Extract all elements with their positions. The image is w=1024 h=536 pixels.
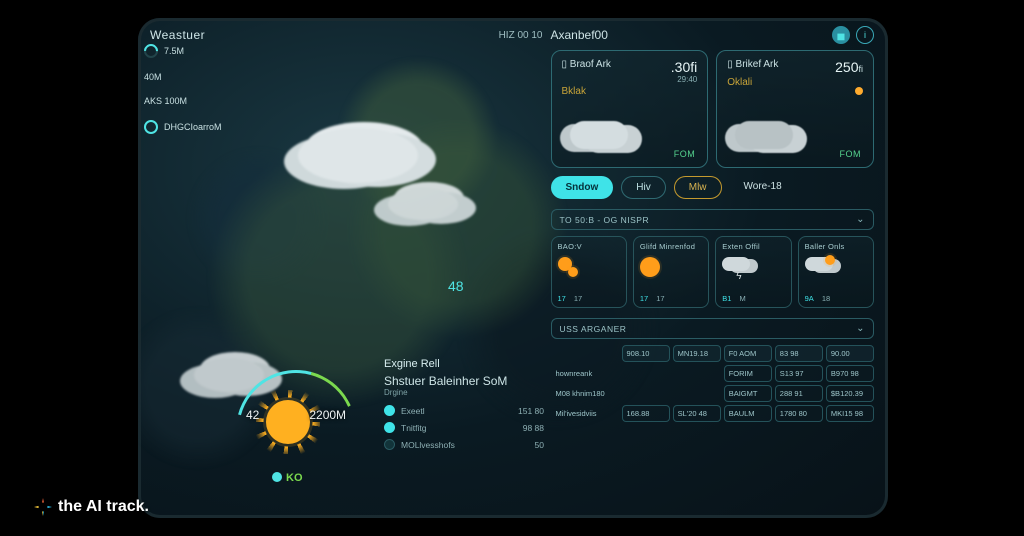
weather-card-sub: Bklak [562, 86, 698, 97]
dot-icon [384, 405, 395, 416]
table-cell[interactable]: BAULM [724, 405, 772, 422]
tab-mlw[interactable]: Mlw [674, 176, 722, 199]
table-corner [551, 345, 619, 362]
table-cell[interactable]: 168.88 [622, 405, 670, 422]
watermark: the AI track. [34, 498, 149, 516]
tablet-frame: Weastuer HIZ 00 10 7.5M 40M AKS 100M DHG… [138, 18, 888, 518]
section-header-2[interactable]: USS ARGANER ⌄ [551, 318, 875, 339]
section-header-1[interactable]: TO 50:B - OG NISPR ⌄ [551, 209, 875, 230]
gauge-4[interactable]: DHGCIoarroM [144, 120, 222, 134]
weather-card-row: ▯ Braof Ark .30fi 29:40 Bklak FOM ▯ Brik… [551, 50, 875, 168]
gauge-3[interactable]: AKS 100M [144, 96, 222, 106]
table-cell [622, 385, 670, 402]
cloud-sun-icon [805, 257, 827, 279]
table-cell [622, 365, 670, 382]
tab-wore[interactable]: Wore-18 [730, 176, 796, 199]
ring-icon [144, 120, 158, 134]
spark-icon [34, 498, 52, 516]
ring-icon [141, 41, 161, 61]
engine-title: Exgine Rell [384, 358, 544, 370]
table-cell[interactable]: S13 97 [775, 365, 823, 382]
sun-icon [855, 87, 863, 95]
forecast-card[interactable]: Exten Offil ϟ B1M [715, 236, 791, 308]
engine-subtitle2: Drgine [384, 388, 544, 397]
forecast-card[interactable]: Glifd Minrenfod 1717 [633, 236, 709, 308]
map-panel: Weastuer HIZ 00 10 7.5M 40M AKS 100M DHG… [138, 18, 551, 518]
sun-icon [640, 257, 662, 279]
tab-sndow[interactable]: Sndow [551, 176, 614, 199]
gauge-2[interactable]: 40M [144, 72, 222, 82]
gauge-column: 7.5M 40M AKS 100M DHGCIoarroM [144, 44, 222, 134]
chevron-down-icon: ⌄ [856, 323, 865, 334]
weather-card-sub: Oklali [727, 77, 863, 88]
chevron-down-icon: ⌄ [856, 214, 865, 225]
gauge-label: AKS 100M [144, 96, 187, 106]
cloud-bolt-icon: ϟ [722, 257, 744, 279]
tab-hiv[interactable]: Hiv [621, 176, 665, 199]
table-cell[interactable]: 288 91 [775, 385, 823, 402]
col-header: MN19.18 [673, 345, 721, 362]
table-cell[interactable]: B970 98 [826, 365, 874, 382]
sun-multi-icon [558, 257, 580, 279]
col-header: F0 AOM [724, 345, 772, 362]
gauge-label: 40M [144, 72, 162, 82]
sun-icon [266, 400, 310, 444]
table-cell[interactable]: FORIM [724, 365, 772, 382]
tab-row: Sndow Hiv Mlw Wore-18 [551, 176, 875, 199]
table-cell [673, 385, 721, 402]
dot-icon [384, 439, 395, 450]
table-cell[interactable]: SL'20 48 [673, 405, 721, 422]
gauge-1[interactable]: 7.5M [144, 44, 222, 58]
cloud-icon [735, 121, 793, 149]
gauge-label: DHGCIoarroM [164, 122, 222, 132]
sun-gauge-readout: 42 2200M [246, 408, 346, 422]
table-cell[interactable]: $B120.39 [826, 385, 874, 402]
map-center-value: 48 [448, 278, 464, 294]
sun-gauge-left: 42 [246, 408, 259, 422]
col-header: 908.10 [622, 345, 670, 362]
status-badge: FOM [674, 149, 696, 159]
app-title: Weastuer [150, 28, 205, 42]
row-label: M08 khnim180 [551, 385, 619, 402]
engine-subtitle: Shstuer Baleinher SoM [384, 374, 544, 388]
table-cell[interactable]: 1780 80 [775, 405, 823, 422]
gauge-label: 7.5M [164, 46, 184, 56]
engine-block: Exgine Rell Shstuer Baleinher SoM Drgine… [384, 358, 544, 450]
right-header: Axanbef00 ▅ i [551, 26, 875, 44]
engine-row[interactable]: Tnitfitg 98 88 [384, 422, 544, 433]
engine-row[interactable]: Exeetl 151 80 [384, 405, 544, 416]
dot-icon [384, 422, 395, 433]
forecast-card[interactable]: Baller Onls 9A18 [798, 236, 874, 308]
cloud-icon [388, 188, 458, 220]
row-label: Mil'ivesidviis [551, 405, 619, 422]
location-title: Axanbef00 [551, 28, 608, 42]
cloud-icon [298, 128, 418, 183]
forecast-row: BAO:V 1717 Glifd Minrenfod 1717 Exten Of… [551, 236, 875, 308]
forecast-card[interactable]: BAO:V 1717 [551, 236, 627, 308]
sun-gauge-right: 2200M [309, 408, 346, 422]
engine-rows: Exeetl 151 80 Tnitfitg 98 88 MOLlvesshof… [384, 405, 544, 450]
ko-indicator: KO [272, 472, 303, 484]
col-header: 90.00 [826, 345, 874, 362]
engine-row[interactable]: MOLlvesshofs 50 [384, 439, 544, 450]
left-header: Weastuer HIZ 00 10 [150, 26, 543, 44]
cloud-icon [570, 121, 628, 149]
weather-card[interactable]: ▯ Braof Ark .30fi 29:40 Bklak FOM [551, 50, 709, 168]
table-cell[interactable]: BAIGMT [724, 385, 772, 402]
weather-card[interactable]: ▯ Brikef Ark 250fi Oklali FOM [716, 50, 874, 168]
dot-icon [272, 472, 282, 482]
col-header: 83 98 [775, 345, 823, 362]
status-badge: FOM [840, 149, 862, 159]
data-table: 908.10 MN19.18 F0 AOM 83 98 90.00 hownre… [551, 345, 875, 422]
chat-icon[interactable]: ▅ [832, 26, 850, 44]
table-cell[interactable]: MKI15 98 [826, 405, 874, 422]
row-label: hownreank [551, 365, 619, 382]
hz-readout: HIZ 00 10 [499, 30, 543, 41]
data-panel: Axanbef00 ▅ i ▯ Braof Ark .30fi 29:40 Bk… [551, 18, 889, 518]
info-icon[interactable]: i [856, 26, 874, 44]
table-cell [673, 365, 721, 382]
